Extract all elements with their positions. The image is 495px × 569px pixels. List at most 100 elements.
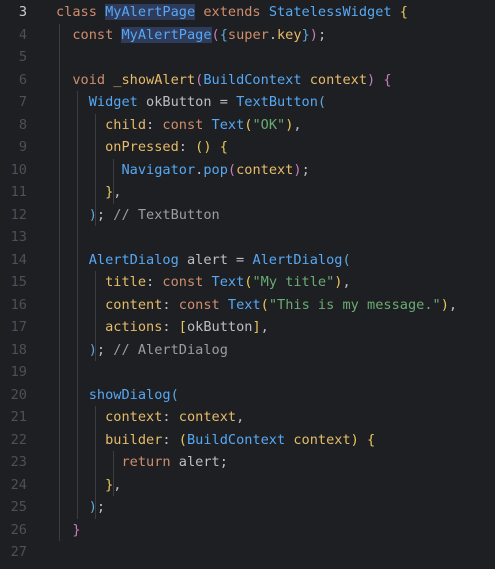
code-token: :	[162, 319, 179, 335]
code-token: "This is my message."	[268, 296, 441, 313]
code-token: ;	[301, 161, 310, 178]
code-token: // AlertDialog	[113, 341, 228, 358]
code-line[interactable]: showDialog(	[56, 384, 179, 407]
code-token: :	[146, 274, 163, 290]
code-token: context	[178, 409, 237, 425]
code-token: {	[358, 431, 376, 448]
code-editor[interactable]: 3 4 5 6 7 8 9 10 11 12 13 14 15 16 17 18 19 20 21 22 23 24 25 2…	[0, 0, 495, 569]
code-token: {	[375, 71, 392, 88]
code-token: (	[211, 26, 220, 43]
code-token: class	[56, 4, 106, 20]
code-line[interactable]: class MyAlertPage extends StatelessWidge…	[56, 1, 408, 24]
code-token: TextButton	[236, 94, 318, 110]
code-token: MyAlertPage	[121, 26, 212, 43]
code-token: content	[56, 296, 163, 313]
code-token: return	[56, 454, 179, 470]
code-token: _showAlert	[113, 71, 196, 88]
code-line[interactable]: },	[56, 181, 121, 204]
code-token: BuildContext	[186, 431, 286, 448]
code-token: MyAlertPage	[105, 4, 196, 20]
code-line[interactable]: builder: (BuildContext context) {	[56, 429, 375, 452]
code-token: =	[227, 251, 253, 268]
code-line[interactable]: content: const Text("This is my message.…	[56, 294, 457, 317]
code-line[interactable]: const MyAlertPage({super.key});	[56, 24, 326, 47]
code-line[interactable]: }	[56, 519, 80, 542]
code-line[interactable]: child: const Text("OK"),	[56, 114, 302, 137]
code-line[interactable]: context: context,	[56, 406, 244, 429]
code-token: context	[285, 431, 351, 448]
code-token: (	[317, 94, 327, 110]
code-token: }	[56, 476, 114, 493]
code-token: ;	[96, 499, 106, 515]
code-token: context	[301, 71, 368, 88]
code-token: {	[391, 4, 408, 20]
code-token: )	[309, 26, 318, 43]
code-line[interactable]: },	[56, 474, 121, 497]
code-token: (	[178, 431, 187, 448]
code-token: title	[56, 274, 147, 290]
code-token: ,	[448, 296, 458, 313]
code-token: :	[162, 296, 179, 313]
code-token: ]	[252, 319, 261, 335]
code-token: const	[162, 116, 212, 133]
code-line[interactable]: onPressed: () {	[56, 136, 228, 159]
code-token: [	[178, 319, 187, 335]
code-token: super	[227, 26, 269, 43]
code-token: "OK"	[252, 116, 286, 133]
code-token: ;	[96, 206, 114, 223]
code-token: key	[277, 26, 302, 43]
code-token: Navigator	[56, 161, 196, 178]
code-line[interactable]: ); // AlertDialog	[56, 339, 228, 362]
code-token: (	[342, 251, 351, 268]
code-token: (	[227, 161, 237, 178]
code-token: (	[260, 296, 269, 313]
code-token: Text	[227, 296, 261, 313]
code-line[interactable]: Widget okButton = TextButton(	[56, 91, 326, 114]
code-token: )	[56, 341, 97, 358]
code-token: ,	[236, 409, 245, 425]
code-line[interactable]: return alert;	[56, 451, 228, 474]
code-line[interactable]: title: const Text("My title"),	[56, 271, 351, 294]
code-token: const	[162, 274, 212, 290]
code-token: "My title"	[252, 274, 335, 290]
code-line[interactable]: AlertDialog alert = AlertDialog(	[56, 249, 351, 272]
code-line[interactable]: void _showAlert(BuildContext context) {	[56, 69, 392, 92]
code-token: =	[211, 94, 237, 110]
code-token: extends	[203, 4, 261, 20]
code-token: // TextButton	[113, 206, 220, 223]
code-token: ,	[113, 476, 122, 493]
code-token: child	[56, 116, 147, 133]
code-line[interactable]: ); // TextButton	[56, 204, 220, 227]
code-token: const	[178, 296, 228, 313]
code-token: :	[146, 116, 163, 133]
code-token: ,	[342, 274, 351, 290]
code-token: ;	[219, 454, 228, 470]
code-token: context	[236, 161, 294, 178]
code-token: ()	[195, 139, 212, 155]
code-token: BuildContext	[203, 71, 302, 88]
code-token: :	[162, 431, 179, 448]
code-token: Widget	[56, 94, 147, 110]
code-token: }	[56, 184, 114, 200]
code-token: ,	[260, 319, 269, 335]
code-token: )	[293, 161, 302, 178]
code-token: ,	[293, 116, 302, 133]
code-token: }	[301, 26, 310, 43]
code-token: const	[56, 26, 122, 43]
code-token: Text	[211, 116, 245, 133]
code-token: {	[219, 26, 228, 43]
code-token: ;	[317, 26, 327, 43]
code-line[interactable]: actions: [okButton],	[56, 316, 269, 339]
code-token: context	[56, 409, 163, 425]
code-token: AlertDialog	[252, 251, 343, 268]
code-token: ,	[113, 184, 122, 200]
code-token: {	[211, 139, 228, 155]
code-token: pop	[203, 161, 228, 178]
code-area[interactable]: class MyAlertPage extends StatelessWidge…	[0, 0, 495, 569]
code-token: void	[56, 71, 114, 88]
code-token: )	[440, 296, 449, 313]
code-token: )	[350, 431, 359, 448]
code-line[interactable]: Navigator.pop(context);	[56, 159, 310, 182]
code-line[interactable]: );	[56, 496, 105, 519]
